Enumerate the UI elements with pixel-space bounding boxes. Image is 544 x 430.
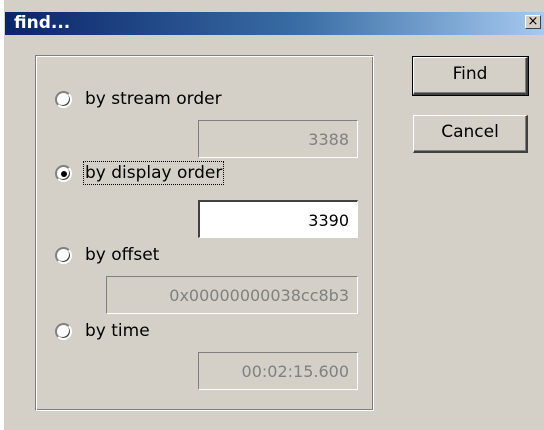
radio-label-stream-order: by stream order (85, 89, 222, 109)
radio-button-time[interactable] (55, 322, 72, 340)
offset-field[interactable]: 0x00000000038cc8b3 (106, 276, 358, 314)
title-bar[interactable]: find... × (5, 12, 544, 35)
stream-order-field[interactable]: 3388 (198, 120, 358, 158)
display-order-field[interactable]: 3390 (198, 200, 358, 238)
dialog-edge (0, 0, 4, 430)
radio-button-display-order[interactable] (55, 164, 72, 182)
radio-time[interactable]: by time (55, 321, 150, 341)
find-button[interactable]: Find (412, 56, 529, 96)
radio-stream-order[interactable]: by stream order (55, 89, 222, 109)
radio-label-offset: by offset (85, 245, 160, 265)
radio-label-display-order: by display order (82, 161, 225, 185)
radio-button-stream-order[interactable] (55, 90, 72, 108)
radio-selected-dot (61, 170, 67, 177)
radio-button-offset[interactable] (55, 246, 72, 264)
cancel-button[interactable]: Cancel (413, 115, 528, 153)
close-icon: × (527, 14, 539, 29)
time-field[interactable]: 00:02:15.600 (198, 352, 358, 390)
radio-label-time: by time (85, 321, 150, 341)
find-dialog: find... × by stream order 3388 by displa… (0, 0, 544, 430)
window-title: find... (14, 13, 71, 33)
radio-offset[interactable]: by offset (55, 245, 159, 265)
close-button[interactable]: × (525, 15, 541, 29)
radio-display-order[interactable]: by display order (55, 161, 225, 185)
